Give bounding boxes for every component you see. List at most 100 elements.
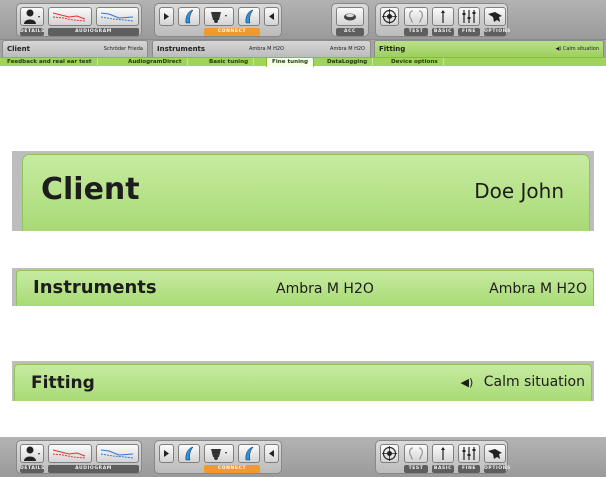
basic-button[interactable] xyxy=(432,7,454,26)
device-icon xyxy=(211,12,227,23)
client-section-title: Client xyxy=(7,45,31,53)
audiogram-left-button[interactable] xyxy=(48,7,92,26)
details-button[interactable] xyxy=(20,7,44,26)
acc-label: ACC xyxy=(336,28,364,36)
audiogram-right-button[interactable] xyxy=(96,444,139,463)
person-icon xyxy=(24,9,40,24)
audiogram-right-icon xyxy=(100,449,134,459)
details-label: DETAILS xyxy=(20,28,45,36)
person-icon xyxy=(24,446,40,461)
connect-label[interactable]: CONNECT xyxy=(204,465,260,473)
client-zoom-title: Client xyxy=(41,172,140,207)
fitting-section-tab[interactable]: Fitting ◀) Calm situation xyxy=(374,40,604,57)
play-right-button[interactable] xyxy=(264,444,279,463)
basic-button[interactable] xyxy=(432,444,454,463)
play-right-icon xyxy=(269,450,274,457)
device-button[interactable] xyxy=(204,444,234,463)
tab-audiogramdirect[interactable]: AudiogramDirect xyxy=(123,58,188,67)
tool-icon xyxy=(488,12,502,22)
right-instrument-button[interactable] xyxy=(238,7,260,26)
client-group: DETAILS AUDIOGRAM xyxy=(16,440,142,474)
instruments-zoom-right: Ambra M H2O xyxy=(489,281,587,297)
play-left-icon xyxy=(164,450,169,457)
instruments-zoom-left: Ambra M H2O xyxy=(276,281,374,297)
fitting-section-title: Fitting xyxy=(379,45,406,53)
tool-icon xyxy=(488,449,502,459)
tab-basic-tuning[interactable]: Basic tuning xyxy=(204,58,255,67)
options-button[interactable] xyxy=(484,444,506,463)
device-button[interactable] xyxy=(204,7,234,26)
options-button[interactable] xyxy=(484,7,506,26)
instrument-left-name: Ambra M H2O xyxy=(249,46,284,52)
connect-group: CONNECT xyxy=(154,440,282,474)
target-icon xyxy=(382,9,397,24)
fitting-tools-group: TEST BASIC FINE OPTIONS xyxy=(375,3,511,37)
audiogram-left-button[interactable] xyxy=(48,444,92,463)
connect-group: CONNECT xyxy=(154,3,282,37)
target-icon xyxy=(382,446,397,461)
ears-icon xyxy=(409,10,423,23)
hearing-aid-right-icon xyxy=(245,446,254,461)
instruments-zoom-panel[interactable]: Instruments Ambra M H2O Ambra M H2O xyxy=(16,270,594,306)
play-left-button[interactable] xyxy=(159,444,174,463)
play-right-button[interactable] xyxy=(264,7,279,26)
test-button[interactable] xyxy=(404,7,428,26)
fitting-zoom-title: Fitting xyxy=(31,373,95,393)
hearing-aid-right-icon xyxy=(245,9,254,24)
accessory-group: ACC xyxy=(331,3,369,37)
audiogram-label: AUDIOGRAM xyxy=(48,28,139,36)
details-button[interactable] xyxy=(20,444,44,463)
audiogram-left-icon xyxy=(52,12,86,22)
tab-fine-tuning[interactable]: Fine tuning xyxy=(266,57,315,67)
accessory-button[interactable] xyxy=(336,7,364,26)
left-instrument-button[interactable] xyxy=(178,7,200,26)
client-zoom-panel[interactable]: Client Doe John xyxy=(22,154,590,231)
connect-label[interactable]: CONNECT xyxy=(204,28,260,36)
single-bar-icon xyxy=(441,447,445,460)
speaker-icon: ◀) xyxy=(555,46,562,52)
sliders-icon xyxy=(462,447,476,460)
ears-icon xyxy=(409,447,423,460)
right-instrument-button[interactable] xyxy=(238,444,260,463)
fitting-tools-group: TEST BASIC FINE OPTIONS xyxy=(375,440,511,474)
instruments-section-title: Instruments xyxy=(157,45,206,53)
basic-label: BASIC xyxy=(432,465,454,473)
play-left-button[interactable] xyxy=(159,7,174,26)
main-toolbar: DETAILS AUDIOGRAM CONNECT ACC TEST BASIC… xyxy=(0,0,606,40)
situation-selector[interactable]: ◀) Calm situation xyxy=(555,41,599,58)
tab-datalogging[interactable]: DataLogging xyxy=(322,58,374,67)
client-group: DETAILS AUDIOGRAM xyxy=(16,3,142,37)
left-instrument-button[interactable] xyxy=(178,444,200,463)
play-left-icon xyxy=(164,13,169,20)
tab-device-options[interactable]: Device options xyxy=(386,58,444,67)
fine-label: FINE xyxy=(458,28,480,36)
device-icon xyxy=(211,449,227,460)
fitting-subtabs: Feedback and real ear test AudiogramDire… xyxy=(0,57,606,67)
audiogram-right-button[interactable] xyxy=(96,7,139,26)
play-right-icon xyxy=(269,13,274,20)
tab-feedback[interactable]: Feedback and real ear test xyxy=(2,58,98,67)
details-label: DETAILS xyxy=(20,465,45,473)
test-button[interactable] xyxy=(404,444,428,463)
hearing-aid-left-icon xyxy=(185,9,194,24)
fitting-zoom-situation[interactable]: ◀) Calm situation xyxy=(461,374,586,390)
test-label: TEST xyxy=(404,28,428,36)
fine-button[interactable] xyxy=(458,444,480,463)
target-button[interactable] xyxy=(380,444,399,463)
speaker-icon: ◀) xyxy=(460,376,474,389)
options-label: OPTIONS xyxy=(484,28,511,36)
fine-button[interactable] xyxy=(458,7,480,26)
audiogram-left-icon xyxy=(52,449,86,459)
sliders-icon xyxy=(462,10,476,23)
hearing-aid-left-icon xyxy=(185,446,194,461)
client-name: Schröder Frieda xyxy=(103,46,143,52)
fitting-zoom-panel[interactable]: Fitting ◀) Calm situation xyxy=(14,364,592,401)
audiogram-right-icon xyxy=(100,12,134,22)
options-label: OPTIONS xyxy=(484,465,511,473)
audiogram-label: AUDIOGRAM xyxy=(48,465,139,473)
client-section-tab[interactable]: Client Schröder Frieda xyxy=(2,40,148,57)
instruments-section-tab[interactable]: Instruments Ambra M H2O Ambra M H2O xyxy=(152,40,371,57)
accessory-icon xyxy=(344,13,356,21)
target-button[interactable] xyxy=(380,7,399,26)
toolbar-zoom: DETAILS AUDIOGRAM CONNECT TEST BASIC FIN… xyxy=(0,437,606,477)
